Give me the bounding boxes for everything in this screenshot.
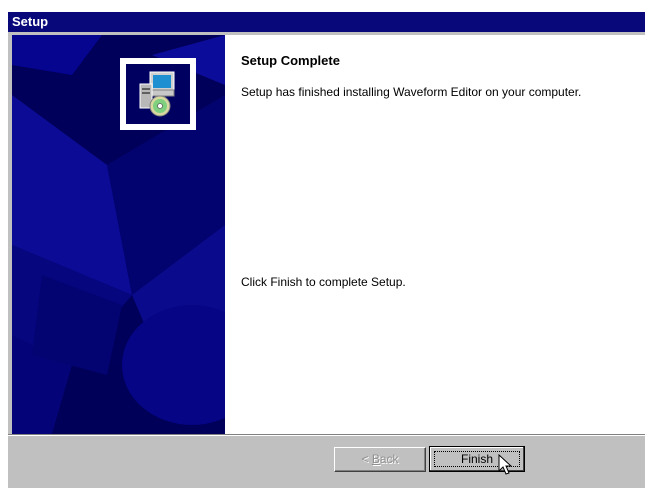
- page-title: Setup Complete: [241, 53, 340, 68]
- back-button-prefix: <: [361, 452, 372, 466]
- setup-icon-frame: [120, 58, 196, 130]
- setup-computer-cd-icon: [126, 64, 190, 124]
- setup-window: Setup Setup Complete Setup has finished …: [8, 12, 645, 488]
- finish-button-label: Finish: [460, 452, 493, 466]
- window-title: Setup: [8, 12, 645, 32]
- completion-message: Setup has finished installing Waveform E…: [241, 85, 582, 99]
- mouse-pointer-icon: [498, 453, 513, 481]
- setup-banner: [12, 35, 225, 434]
- back-button-mnemonic: B: [371, 452, 380, 466]
- back-button-label-rest: ack: [379, 452, 399, 466]
- button-bar-divider: [8, 434, 645, 436]
- instruction-text: Click Finish to complete Setup.: [241, 275, 406, 289]
- content-panel: Setup Complete Setup has finished instal…: [225, 35, 645, 434]
- back-button[interactable]: < Back: [334, 447, 426, 472]
